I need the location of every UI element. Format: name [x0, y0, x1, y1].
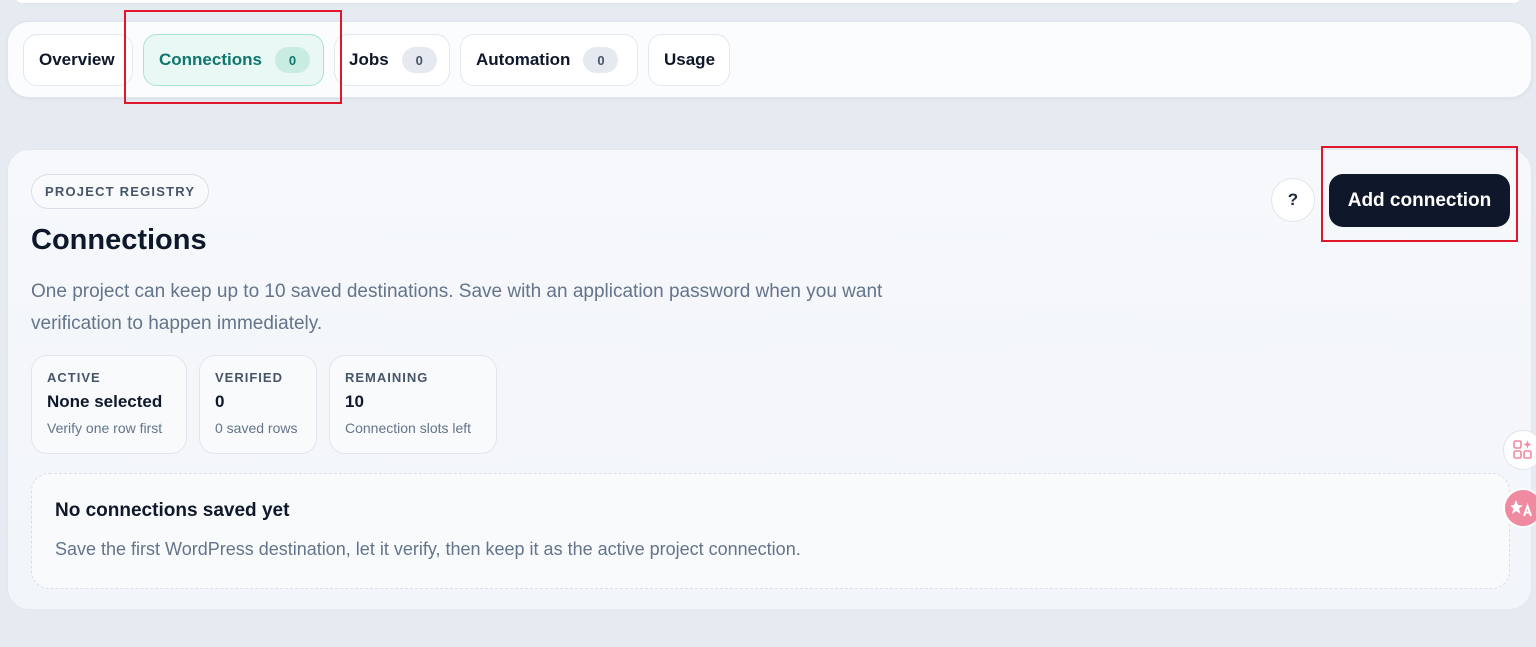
question-icon: ? [1287, 190, 1299, 209]
tab-overview[interactable]: Overview [23, 34, 133, 86]
tab-bar: Overview Connections 0 Jobs 0 Automation… [7, 21, 1532, 98]
tab-usage[interactable]: Usage [648, 34, 730, 86]
translate-icon [1511, 500, 1532, 517]
tab-jobs-count: 0 [401, 47, 437, 73]
stat-value: None selected [47, 392, 163, 411]
stat-sub: Verify one row first [47, 420, 163, 436]
tab-connections-count: 0 [274, 47, 310, 73]
empty-state-title: No connections saved yet [55, 500, 290, 521]
help-button[interactable]: ? [1271, 178, 1315, 222]
tab-jobs[interactable]: Jobs 0 [334, 34, 450, 86]
apps-sparkle-icon [1513, 440, 1532, 459]
tab-connections[interactable]: Connections 0 [143, 34, 324, 86]
top-card-edge [14, 0, 1522, 4]
stat-sub: 0 saved rows [215, 420, 298, 436]
add-connection-button[interactable]: Add connection [1329, 174, 1510, 227]
tab-automation-label: Automation [476, 50, 571, 69]
stat-sub: Connection slots left [345, 420, 472, 436]
tab-automation[interactable]: Automation 0 [460, 34, 638, 86]
stat-value: 10 [345, 392, 364, 411]
apps-sparkle-button[interactable] [1503, 430, 1536, 470]
tab-usage-label: Usage [664, 50, 716, 69]
tab-connections-label: Connections [159, 50, 262, 69]
stat-key: VERIFIED [215, 370, 283, 385]
tab-jobs-label: Jobs [349, 50, 389, 69]
tab-overview-label: Overview [39, 50, 115, 69]
stat-value: 0 [215, 392, 225, 411]
translate-button[interactable] [1503, 488, 1536, 528]
stat-key: REMAINING [345, 370, 429, 385]
stat-key: ACTIVE [47, 370, 101, 385]
project-registry-badge: PROJECT REGISTRY [31, 174, 210, 209]
page-description: One project can keep up to 10 saved dest… [31, 281, 883, 334]
tab-automation-count: 0 [583, 47, 619, 73]
empty-state-description: Save the first WordPress destination, le… [55, 539, 801, 559]
stat-card-verified: VERIFIED 0 0 saved rows [199, 355, 317, 454]
empty-state: No connections saved yet Save the first … [31, 473, 1510, 589]
page-title: Connections [31, 224, 207, 256]
stat-card-active: ACTIVE None selected Verify one row firs… [31, 355, 187, 454]
connections-panel: PROJECT REGISTRY Connections One project… [7, 149, 1532, 610]
stat-card-remaining: REMAINING 10 Connection slots left [329, 355, 497, 454]
